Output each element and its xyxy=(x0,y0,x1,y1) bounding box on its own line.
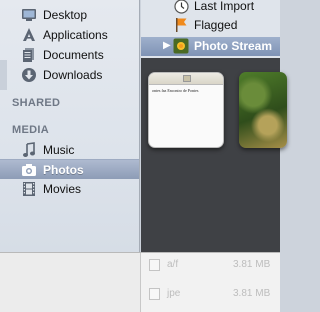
source-item-label: Photo Stream xyxy=(194,39,273,53)
disclosure-triangle-icon[interactable]: ▶ xyxy=(163,40,171,51)
sidebar-item-music[interactable]: Music xyxy=(0,140,139,160)
applications-icon xyxy=(20,27,37,43)
sidebar-item-label: Applications xyxy=(43,28,108,42)
sidebar-item-applications[interactable]: Applications xyxy=(0,25,139,45)
sidebar-section-shared: SHARED xyxy=(12,97,61,109)
file-icon xyxy=(149,259,160,271)
photo-thumbnail-document[interactable]: ontes faz Encontro de Pontes xyxy=(148,72,224,148)
file-size: 3.81 MB xyxy=(233,259,271,270)
source-item-label: Last Import xyxy=(194,0,255,13)
background-window: a/f 3.81 MB jpe 3.81 MB xyxy=(0,252,280,312)
sidebar-item-downloads[interactable]: Downloads xyxy=(0,65,139,85)
sidebar-item-label: Movies xyxy=(43,182,82,196)
background-file-list: a/f 3.81 MB jpe 3.81 MB xyxy=(141,253,280,312)
sidebar-item-photos[interactable]: Photos xyxy=(0,159,139,179)
iphoto-source-list: Last Import Flagged ▶ Photo Stream xyxy=(141,0,280,58)
desktop-icon xyxy=(20,7,37,23)
list-item[interactable]: a/f 3.81 MB xyxy=(141,255,280,275)
sidebar-item-label: Documents xyxy=(43,48,104,62)
source-item-label: Flagged xyxy=(194,18,238,32)
downloads-icon xyxy=(20,67,37,83)
music-icon xyxy=(20,142,37,158)
source-item-last-import[interactable]: Last Import xyxy=(141,0,280,16)
sidebar-item-label: Downloads xyxy=(43,68,103,82)
file-size: 3.81 MB xyxy=(233,288,271,299)
photo-thumbnail-landscape[interactable] xyxy=(239,72,287,148)
background-window-sidebar xyxy=(0,253,141,312)
sidebar-section-media: MEDIA xyxy=(12,124,49,136)
sidebar-item-label: Desktop xyxy=(43,8,88,22)
sidebar-item-documents[interactable]: Documents xyxy=(0,45,139,65)
source-item-photo-stream[interactable]: ▶ Photo Stream xyxy=(141,37,280,56)
thumbnail-caption: ontes faz Encontro de Pontes xyxy=(152,88,199,93)
source-item-flagged[interactable]: Flagged xyxy=(141,16,280,35)
documents-icon xyxy=(20,47,37,63)
clock-icon xyxy=(173,0,189,14)
thumbnail-toolbar-icon xyxy=(183,75,191,82)
finder-sidebar: Desktop Applications Documents Downloads… xyxy=(0,0,140,252)
sidebar-item-label: Photos xyxy=(43,163,84,177)
camera-icon xyxy=(20,162,37,178)
list-item[interactable]: jpe 3.81 MB xyxy=(141,284,280,304)
sidebar-item-label: Music xyxy=(43,143,75,157)
photo-stream-icon xyxy=(173,38,189,54)
thumbnail-toolbar xyxy=(149,73,223,85)
film-icon xyxy=(20,181,37,197)
photo-browser: ontes faz Encontro de Pontes xyxy=(141,58,287,252)
flag-icon xyxy=(173,17,189,33)
sidebar-item-movies[interactable]: Movies xyxy=(0,179,139,199)
sidebar-item-desktop[interactable]: Desktop xyxy=(0,5,139,25)
file-name: a/f xyxy=(167,259,179,270)
file-name: jpe xyxy=(167,288,181,299)
file-icon xyxy=(149,288,160,300)
